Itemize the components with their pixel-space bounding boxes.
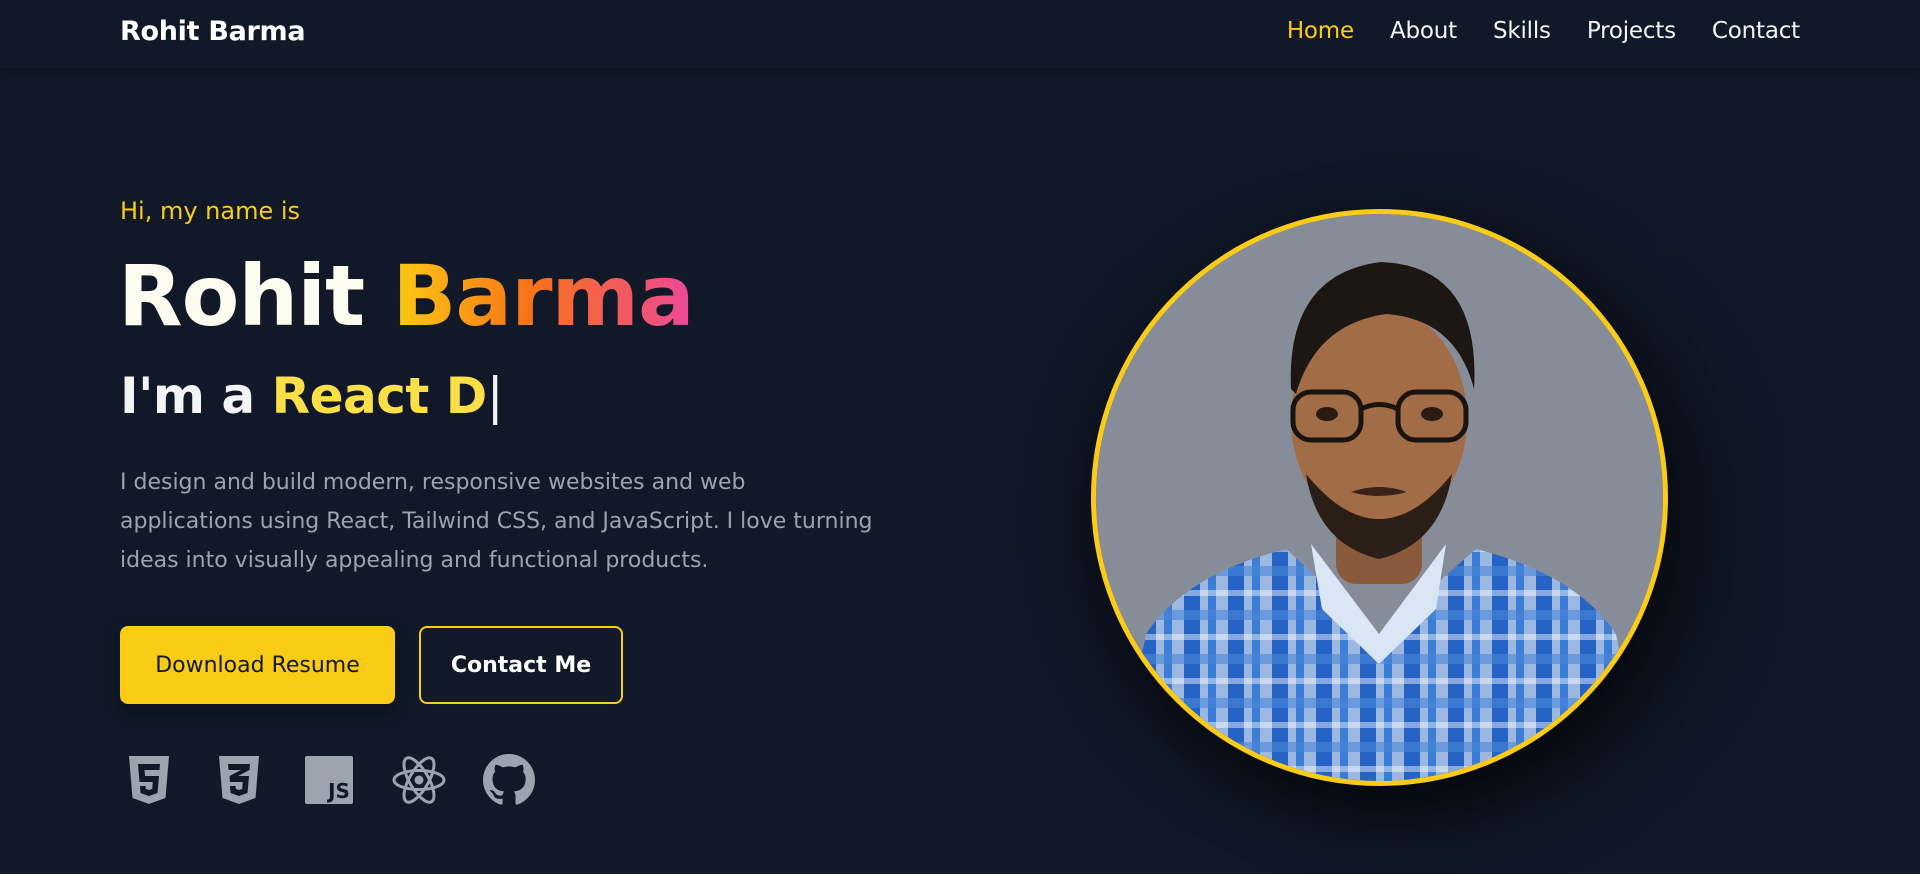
- javascript-icon: JS: [300, 751, 358, 809]
- typing-cursor: |: [486, 367, 504, 425]
- nav-link-projects[interactable]: Projects: [1587, 18, 1676, 44]
- github-icon[interactable]: [480, 751, 538, 809]
- html5-icon: [120, 751, 178, 809]
- contact-me-button[interactable]: Contact Me: [419, 626, 623, 704]
- hero-greeting: Hi, my name is: [120, 197, 301, 225]
- role-typed-text: React D: [271, 367, 488, 425]
- navbar: Rohit Barma Home About Skills Projects C…: [0, 0, 1920, 68]
- nav-link-about[interactable]: About: [1390, 18, 1457, 44]
- download-resume-button[interactable]: Download Resume: [120, 626, 395, 704]
- brand-logo[interactable]: Rohit Barma: [120, 16, 306, 47]
- nav-link-skills[interactable]: Skills: [1493, 18, 1551, 44]
- nav-link-home[interactable]: Home: [1287, 18, 1354, 44]
- profile-photo: [1091, 209, 1668, 786]
- tech-icons: JS: [120, 751, 538, 809]
- react-icon: [390, 751, 448, 809]
- hero-last-name: Barma: [392, 247, 694, 345]
- profile-photo-illustration: [1096, 214, 1663, 781]
- hero-name: Rohit Barma: [118, 247, 695, 345]
- svg-text:JS: JS: [326, 779, 350, 803]
- nav-link-contact[interactable]: Contact: [1712, 18, 1800, 44]
- hero-first-name: Rohit: [118, 247, 365, 345]
- hero-bio: I design and build modern, responsive we…: [120, 470, 873, 573]
- hero-role: I'm a React D|: [120, 367, 504, 425]
- css3-icon: [210, 751, 268, 809]
- role-prefix: I'm a: [120, 367, 255, 425]
- nav-links: Home About Skills Projects Contact: [1287, 18, 1800, 44]
